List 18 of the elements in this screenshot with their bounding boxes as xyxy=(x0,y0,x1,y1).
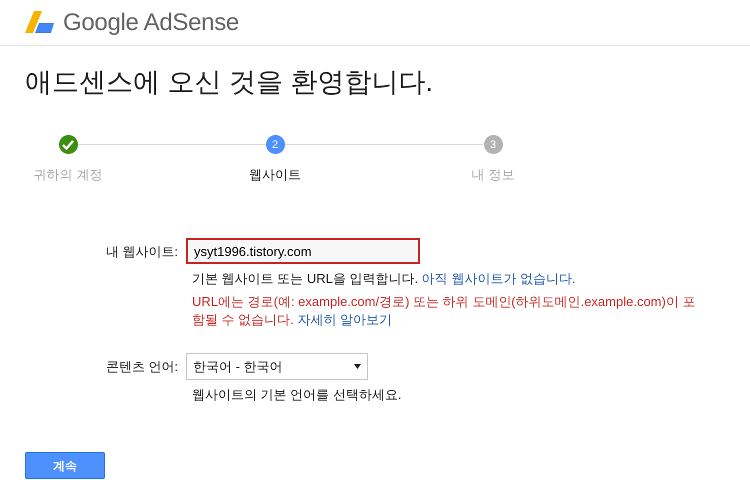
step-label: 내 정보 xyxy=(472,166,514,184)
logo-icon xyxy=(25,10,55,34)
help-link[interactable]: 아직 웹사이트가 없습니다. xyxy=(422,271,576,286)
step-label: 귀하의 계정 xyxy=(34,166,102,184)
caret-icon xyxy=(354,364,361,369)
error-message: URL에는 경로(예: example.com/경로) 또는 하위 도메인(하위도메인.example.com)이 포함될 수 없습니다. 자세히 알아보기 xyxy=(192,292,696,329)
help-text: 웹사이트의 기본 언어를 선택하세요. xyxy=(192,386,402,404)
website-field[interactable]: ysyt1996.tistory.com xyxy=(186,238,420,264)
help-link[interactable]: 자세히 알아보기 xyxy=(297,312,392,327)
step-number: 3 xyxy=(484,135,502,154)
field-label: 콘텐츠 언어: xyxy=(104,358,179,376)
page-title: 애드센스에 오신 것을 환영합니다. xyxy=(25,66,434,98)
logo-text: Google AdSense xyxy=(63,8,239,38)
field-label: 내 웹사이트: xyxy=(104,243,179,262)
language-dropdown[interactable]: 한국어 - 한국어 xyxy=(186,352,368,380)
step-number: 2 xyxy=(266,135,284,154)
step-label: 웹사이트 xyxy=(249,166,301,184)
help-text: 기본 웹사이트 또는 URL을 입력합니다. 아직 웹사이트가 없습니다. xyxy=(192,270,577,288)
